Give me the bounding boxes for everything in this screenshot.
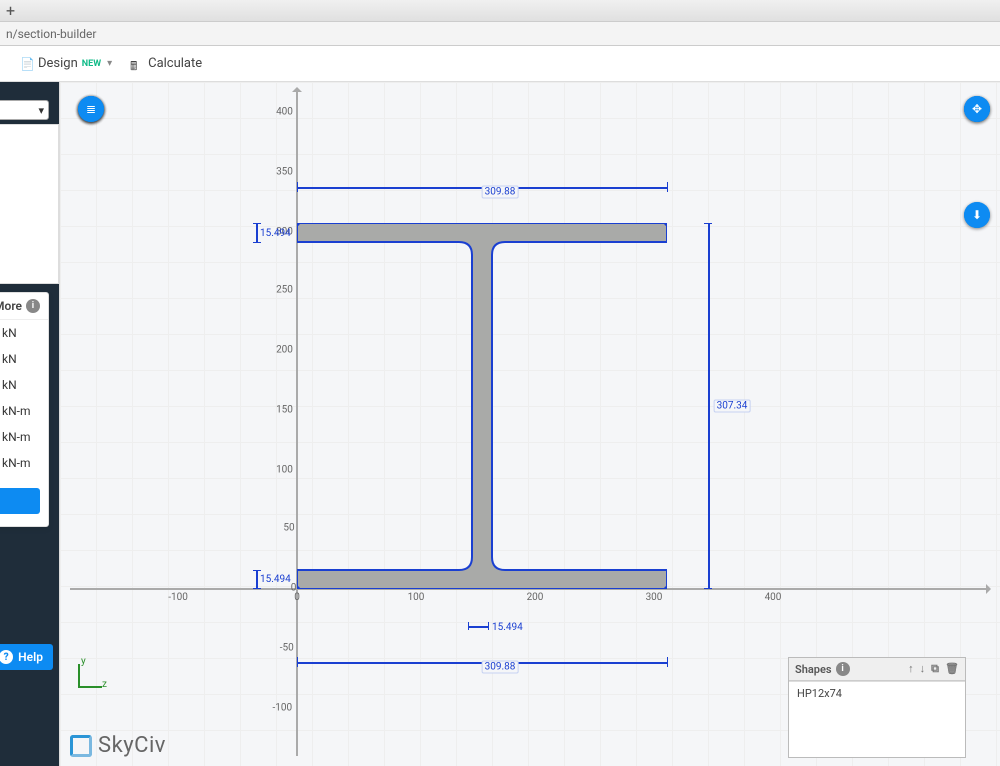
shapes-body — [789, 705, 965, 757]
document-icon — [20, 57, 32, 71]
url-text: n/section-builder — [6, 27, 96, 41]
recenter-icon: ✥ — [972, 102, 982, 116]
y-tick: 400 — [276, 107, 293, 118]
duplicate-icon[interactable]: ⧉ — [931, 662, 939, 676]
dim-flange-t: 15.494 — [260, 574, 291, 585]
calculator-icon — [130, 57, 142, 71]
y-tick: 150 — [276, 405, 293, 416]
load-row: kN-m — [0, 450, 48, 476]
info-icon[interactable]: i — [26, 299, 40, 313]
url-bar[interactable]: n/section-builder — [0, 22, 1000, 46]
dim-flange-t: 15.494 — [260, 228, 291, 239]
delete-icon[interactable]: 🗑 — [945, 662, 959, 676]
left-sidebar: ▾ n More i kN kN kN kN-m kN-m kN-m Help — [0, 82, 60, 766]
y-tick: 50 — [283, 523, 294, 534]
x-tick: 200 — [527, 592, 544, 603]
browser-tabstrip: + — [0, 0, 1000, 22]
run-button[interactable] — [0, 488, 40, 514]
brand-logo: SkyCiv — [70, 733, 166, 758]
loads-header: n More i — [0, 293, 48, 320]
y-tick: 100 — [276, 465, 293, 476]
section-type-select[interactable]: ▾ — [0, 100, 49, 120]
x-tick: 0 — [294, 592, 300, 603]
load-row: kN — [0, 320, 48, 346]
section-shape[interactable] — [297, 223, 667, 589]
x-tick: 300 — [646, 592, 663, 603]
shapes-title: Shapes — [795, 663, 832, 676]
y-tick: -50 — [280, 643, 294, 654]
dim-height: 307.34 — [714, 400, 751, 413]
x-tick: 400 — [765, 592, 782, 603]
dim-width: 309.88 — [482, 661, 519, 674]
design-label: Design — [38, 56, 78, 71]
dim-web-t: 15.494 — [492, 622, 523, 633]
sliders-button[interactable]: ≣ — [78, 96, 104, 122]
load-row: kN-m — [0, 424, 48, 450]
recenter-button[interactable]: ✥ — [964, 96, 990, 122]
y-tick: 200 — [276, 345, 293, 356]
chevron-down-icon: ▾ — [107, 58, 112, 69]
x-axis — [70, 588, 990, 590]
move-up-icon[interactable]: ↑ — [908, 662, 914, 676]
dim-height-line — [708, 223, 710, 589]
calculate-button[interactable]: Calculate — [130, 56, 202, 71]
load-row: kN — [0, 346, 48, 372]
y-tick: -100 — [272, 703, 292, 714]
x-tick: 100 — [408, 592, 425, 603]
load-row: kN-m — [0, 398, 48, 424]
axis-gizmo: y z — [78, 658, 108, 688]
logo-icon — [70, 735, 92, 757]
loads-panel: n More i kN kN kN kN-m kN-m kN-m — [0, 292, 49, 527]
info-icon[interactable]: i — [836, 662, 850, 676]
help-button[interactable]: Help — [0, 644, 53, 670]
move-down-icon[interactable]: ↓ — [920, 662, 926, 676]
calculate-label: Calculate — [148, 56, 202, 71]
y-tick: 350 — [276, 167, 293, 178]
design-menu[interactable]: Design NEW ▾ — [20, 56, 112, 71]
new-badge: NEW — [82, 59, 101, 69]
dim-width: 309.88 — [482, 186, 519, 199]
shape-entry[interactable]: HP12x74 — [789, 681, 965, 705]
new-tab-button[interactable]: + — [6, 3, 15, 19]
y-tick: 250 — [276, 285, 293, 296]
download-icon: ⬇ — [972, 208, 982, 222]
shapes-panel: Shapes i ↑ ↓ ⧉ 🗑 HP12x74 — [788, 657, 966, 758]
load-row: kN — [0, 372, 48, 398]
section-canvas[interactable]: ↶ ≈ ◉ ▦ ✎ ≣ 🔍 🔍 ✥ 📷 ⬇ 400 350 300 250 20… — [60, 82, 1000, 766]
app-toolbar: Design NEW ▾ Calculate — [0, 46, 1000, 82]
logo-text: SkyCiv — [98, 733, 166, 758]
sidebar-list — [0, 124, 59, 284]
x-tick: -100 — [168, 592, 188, 603]
download-button[interactable]: ⬇ — [964, 202, 990, 228]
